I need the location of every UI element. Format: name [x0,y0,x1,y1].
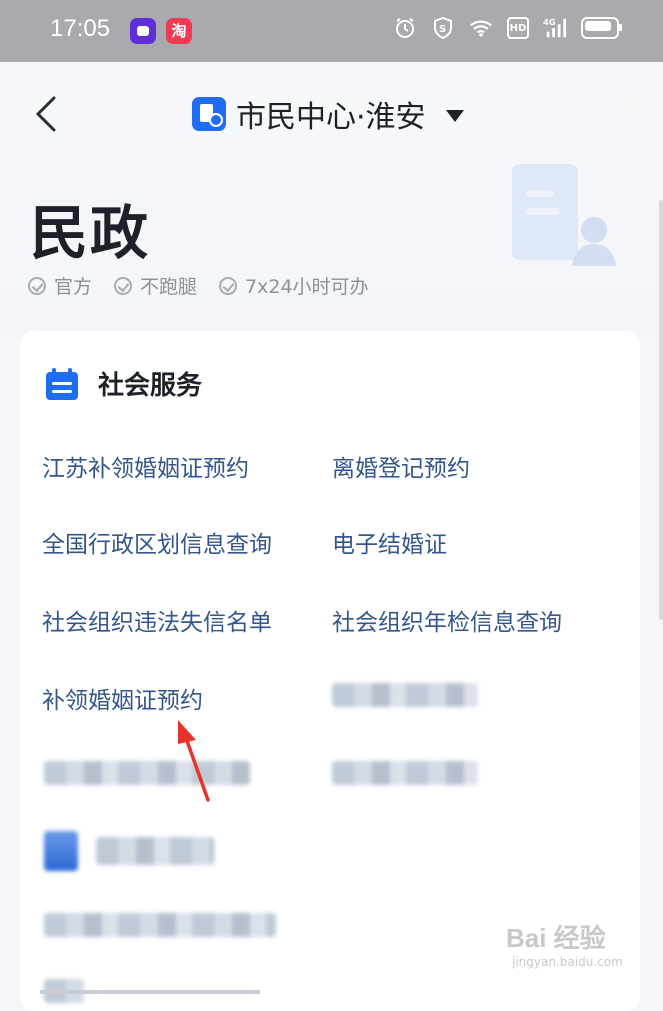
scrollbar[interactable] [659,200,663,620]
check-circle-icon [28,276,46,295]
service-link[interactable]: 社会组织违法失信名单 [42,603,272,637]
service-link-highlighted[interactable]: 补领婚姻证预约 [42,681,203,715]
redacted-service-link[interactable] [332,761,478,785]
svg-text:S: S [439,24,446,35]
shield-icon: S [431,16,455,40]
service-link[interactable]: 全国行政区划信息查询 [42,525,272,559]
home-indicator [40,990,260,994]
redacted-section-title [96,837,214,865]
wifi-icon [469,16,493,40]
calendar-icon [46,367,78,400]
city-selector[interactable]: 市民中心·淮安 [192,92,464,136]
check-circle-icon [114,276,133,295]
section-title: 社会服务 [98,371,203,401]
service-link[interactable]: 电子结婚证 [332,525,447,559]
clock: 17:05 [50,15,111,42]
messaging-app-icon [130,18,156,44]
status-bar: 17:05 淘 S HD 4G [0,0,663,62]
hd-icon: HD [507,17,529,39]
social-services-card: 社会服务 江苏补领婚姻证预约 离婚登记预约 全国行政区划信息查询 电子结婚证 社… [20,331,640,1011]
feature-tags: 官方 不跑腿 7x24小时可办 [28,272,369,299]
tag-24-7: 7x24小时可办 [219,272,369,299]
redacted-service-link[interactable] [44,761,250,785]
document-person-decoration-icon [512,164,616,266]
service-link[interactable]: 社会组织年检信息查询 [332,603,562,637]
battery-icon [581,17,622,39]
watermark-logo: Bai 经验 [506,923,606,953]
caret-down-icon [445,110,464,122]
svg-text:4G: 4G [543,17,556,27]
back-button[interactable] [26,92,66,136]
page-title: 民政 [30,199,151,267]
check-circle-icon [219,276,238,295]
chevron-left-icon [35,96,56,132]
city-title: 市民中心·淮安 [236,100,426,135]
tag-no-errand: 不跑腿 [114,272,197,299]
alarm-icon [393,16,417,40]
page-header: 市民中心·淮安 民政 官方 不跑腿 7x24小时可办 [0,62,663,332]
redacted-service-link[interactable] [44,913,276,937]
section-header: 社会服务 [44,365,202,402]
tag-official: 官方 [28,272,92,299]
service-link[interactable]: 江苏补领婚姻证预约 [42,449,249,483]
redacted-service-link[interactable] [332,683,478,707]
redacted-section-icon [44,831,78,871]
citizen-center-logo-icon [192,97,226,131]
baidu-jingyan-watermark: Bai 经验 jingyan.baidu.com [506,918,656,982]
signal-icon: 4G [543,16,567,40]
watermark-url: jingyan.baidu.com [512,955,623,969]
service-link[interactable]: 离婚登记预约 [332,449,470,483]
taobao-app-icon: 淘 [166,18,192,44]
